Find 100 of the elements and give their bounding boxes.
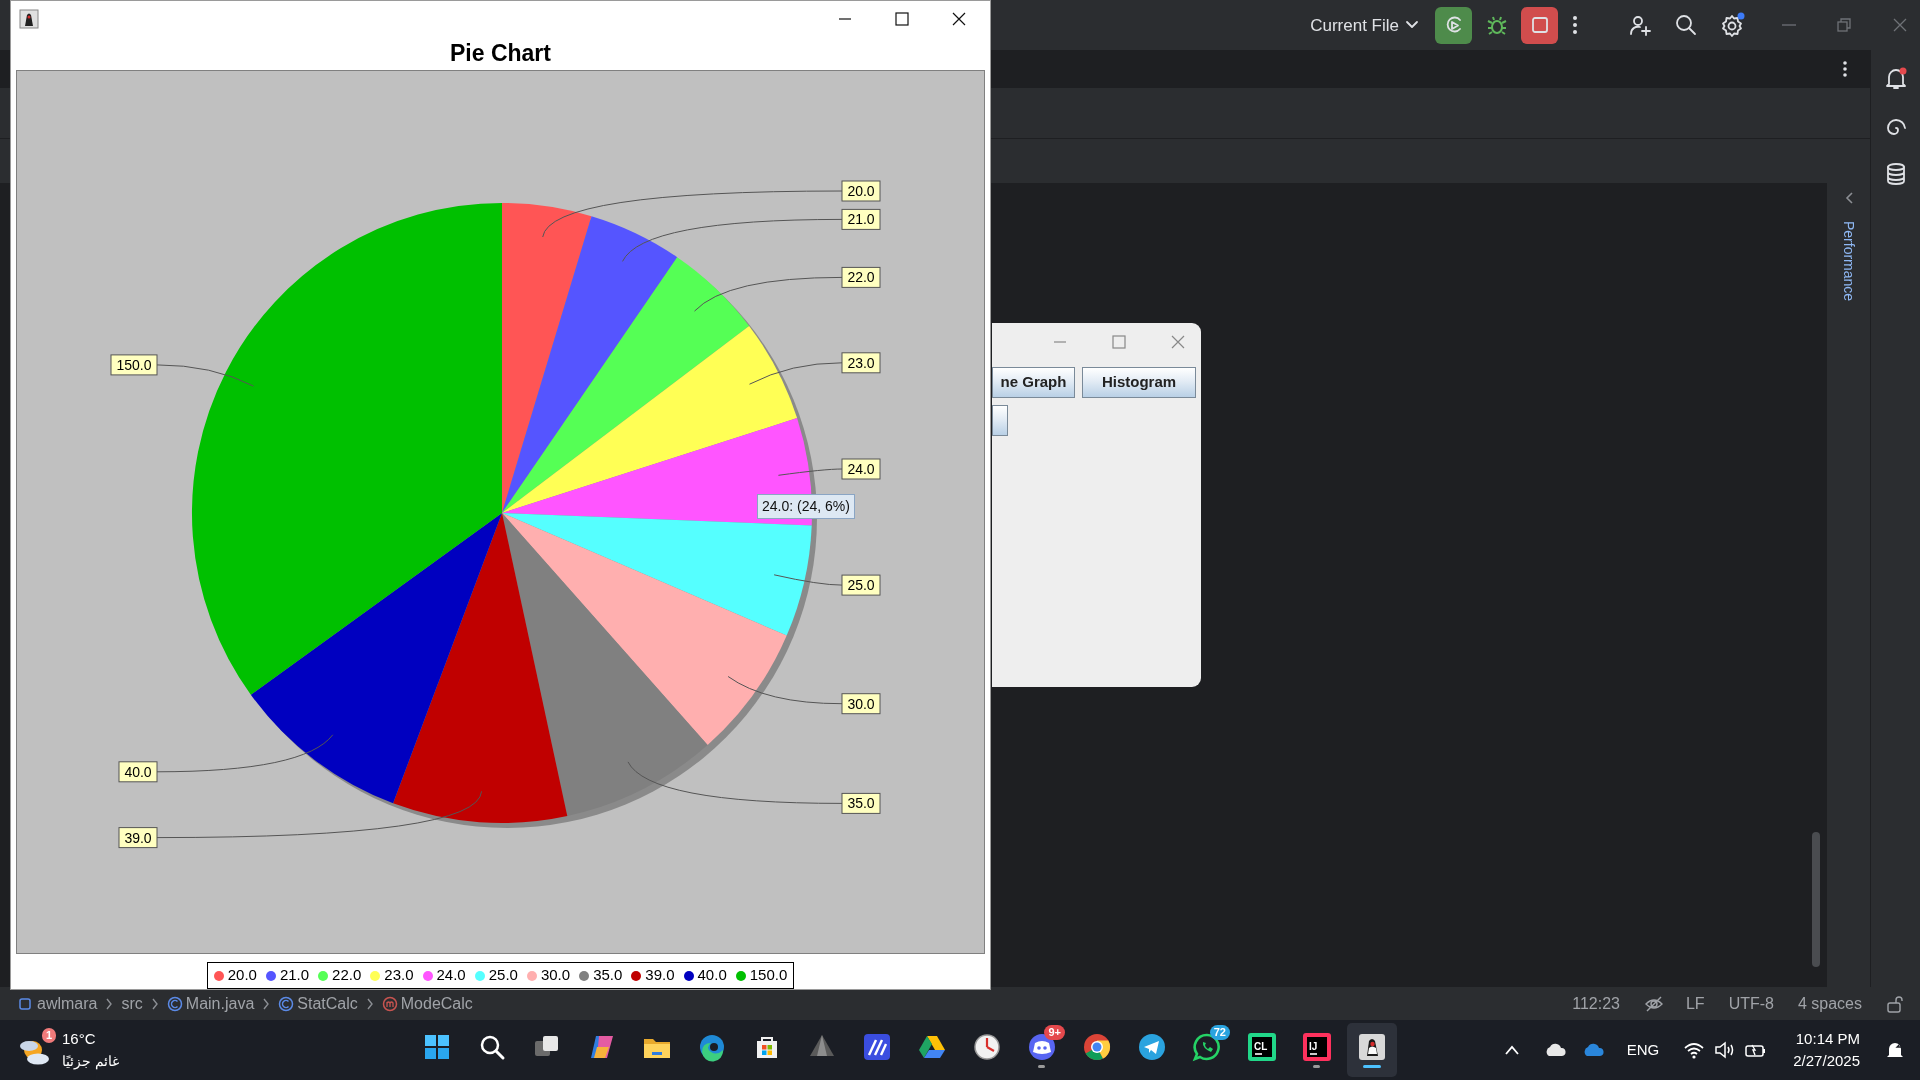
slice-label: 20.0 — [847, 183, 875, 199]
slice-label: 30.0 — [847, 695, 875, 712]
running-indicator — [1362, 1065, 1381, 1068]
notification-badge: 9+ — [1044, 1025, 1065, 1041]
maximize-icon — [1112, 335, 1126, 349]
line-ending[interactable]: LF — [1685, 991, 1705, 1016]
taskbar-button[interactable]: CL — [1236, 1023, 1287, 1077]
slice-label: 22.0 — [841, 266, 881, 288]
leader-line — [777, 468, 843, 476]
scrollbar-thumb[interactable] — [1812, 832, 1820, 967]
search-icon — [1674, 13, 1698, 37]
restore-button[interactable] — [1836, 17, 1852, 33]
breadcrumb-item[interactable]: Main.java — [166, 995, 255, 1012]
chevron-down-icon — [1405, 20, 1419, 30]
slash-logo-icon — [861, 1032, 892, 1062]
module-icon — [18, 995, 34, 1012]
close-button[interactable] — [952, 12, 966, 26]
pie-slice[interactable] — [502, 203, 592, 513]
pie-slice[interactable] — [502, 325, 798, 513]
slice-label: 21.0 — [847, 211, 875, 228]
search-button[interactable] — [1674, 13, 1698, 37]
legend-label: 25.0 — [488, 965, 518, 986]
code-editor-icon: IJ — [1301, 1032, 1332, 1062]
pie-slice[interactable] — [502, 513, 787, 745]
legend-label: 21.0 — [279, 965, 310, 986]
breadcrumb-item[interactable]: ModeCalc — [381, 995, 473, 1012]
slice-label: 30.0 — [841, 693, 881, 715]
legend-label: 23.0 — [384, 965, 414, 986]
keyboard-language[interactable]: ENG — [1626, 1038, 1660, 1062]
legend-label: 30.0 — [540, 965, 571, 986]
clock-date[interactable]: 2/27/2025 — [1793, 1050, 1860, 1073]
legend-label: 35.0 — [593, 965, 623, 986]
class-icon — [278, 995, 295, 1012]
running-indicator — [1313, 1065, 1321, 1068]
taskbar-button[interactable]: 9+ — [1016, 1023, 1067, 1077]
panel-tab-label[interactable]: Performance — [1838, 221, 1859, 302]
app-button[interactable]: ne Graph — [992, 367, 1075, 398]
maximize-button[interactable] — [895, 12, 909, 26]
slice-label: 25.0 — [847, 577, 875, 594]
pie-slice[interactable] — [393, 513, 568, 823]
run-configuration-dropdown[interactable]: Current File — [1310, 16, 1419, 34]
slice-label: 21.0 — [841, 208, 881, 230]
notification-badge: 1 — [41, 1028, 56, 1044]
clock-icon — [971, 1032, 1002, 1062]
slice-label: 39.0 — [118, 827, 158, 849]
cursor-position[interactable]: 112:23 — [1572, 991, 1620, 1016]
close-icon — [952, 12, 966, 26]
pie-slice[interactable] — [250, 513, 502, 804]
file-encoding[interactable]: UTF-8 — [1728, 991, 1774, 1016]
more-button[interactable] — [1842, 60, 1848, 78]
pie-slice[interactable] — [502, 513, 812, 636]
indent-setting[interactable]: 4 spaces — [1797, 991, 1862, 1016]
taskbar-button[interactable] — [1346, 1023, 1397, 1077]
chevron-right-icon — [150, 997, 159, 1010]
eye-off-icon — [1643, 994, 1664, 1013]
chart-title: Pie Chart — [450, 40, 551, 66]
breadcrumb-item[interactable]: StatCalc — [278, 995, 358, 1012]
notification-badge: 72 — [1209, 1025, 1230, 1041]
legend-label: 39.0 — [645, 965, 675, 986]
add-user-button[interactable] — [1628, 13, 1652, 37]
breadcrumb-item[interactable]: src — [121, 995, 143, 1012]
slice-label: 150.0 — [110, 354, 158, 376]
leader-line — [773, 574, 843, 586]
slice-label: 40.0 — [124, 763, 152, 780]
more-button[interactable] — [1572, 15, 1578, 35]
app-icon — [19, 9, 39, 29]
app-button[interactable] — [992, 405, 1008, 436]
pie-slice[interactable] — [192, 203, 502, 695]
taskbar-button[interactable]: 72 — [1181, 1023, 1232, 1077]
slice-label: 23.0 — [841, 352, 881, 374]
pie-slice[interactable] — [502, 257, 750, 513]
add-user-icon — [1628, 13, 1652, 37]
restore-icon — [1836, 17, 1852, 33]
class-icon — [166, 995, 183, 1012]
app-icon — [1356, 1032, 1387, 1062]
breadcrumb-item[interactable]: awlmara — [18, 995, 98, 1012]
weather-condition: غائم جزئيًا — [62, 1051, 119, 1072]
weather-temperature: 16°C — [62, 1029, 97, 1050]
settings-icon — [1720, 12, 1746, 38]
rerun-button[interactable] — [1435, 6, 1472, 44]
pie-slice[interactable] — [502, 216, 678, 513]
volume-icon — [1713, 1039, 1736, 1061]
stop-icon — [1530, 16, 1549, 34]
slice-label: 39.0 — [124, 829, 152, 846]
chart-tooltip: 24.0: (24, 6%) — [757, 494, 855, 519]
close-icon — [1171, 335, 1185, 349]
code-editor-icon: CL — [1246, 1032, 1277, 1062]
volume-button[interactable] — [1713, 1039, 1736, 1061]
pie-slice[interactable] — [502, 513, 708, 816]
maximize-icon — [895, 12, 909, 26]
paper-plane-icon — [1136, 1032, 1167, 1062]
settings-button[interactable] — [1720, 12, 1746, 38]
legend-label: 20.0 — [227, 965, 257, 986]
collapse-button[interactable] — [1843, 191, 1854, 205]
app-button[interactable]: Histogram — [1082, 367, 1196, 398]
stop-button[interactable] — [1521, 6, 1558, 44]
slice-label: 22.0 — [847, 269, 875, 286]
minimize-icon — [1782, 24, 1796, 26]
clock-time[interactable]: 10:14 PM — [1795, 1027, 1860, 1050]
taskbar-button[interactable]: IJ — [1291, 1023, 1342, 1077]
